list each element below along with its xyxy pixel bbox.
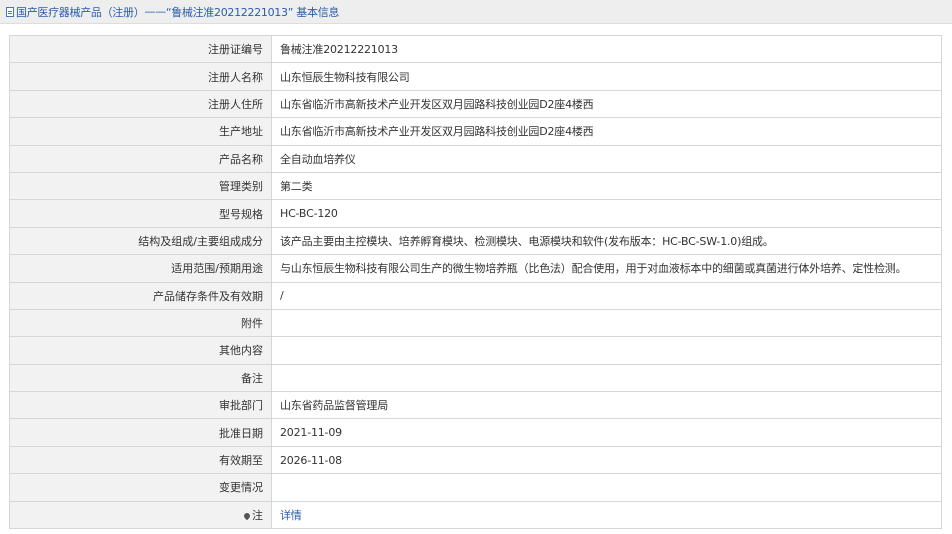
table-row: 批准日期 2021-11-09	[9, 418, 942, 447]
row-label: 附件	[9, 308, 272, 338]
row-label: 注册人名称	[9, 62, 272, 91]
table-row: 有效期至 2026-11-08	[9, 445, 942, 475]
row-label: 产品储存条件及有效期	[9, 281, 272, 310]
row-value: 山东恒辰生物科技有限公司	[271, 62, 942, 91]
row-value: HC-BC-120	[271, 199, 942, 228]
row-value: 山东省临沂市高新技术产业开发区双月园路科技创业园D2座4楼西	[271, 89, 942, 119]
note-label-cell: 注	[9, 500, 272, 530]
row-value: 第二类	[271, 171, 942, 201]
row-label: 生产地址	[9, 117, 272, 146]
details-link[interactable]: 详情	[280, 509, 302, 522]
row-label: 管理类别	[9, 171, 272, 201]
note-row: 注 详情	[9, 500, 942, 530]
row-value	[271, 363, 942, 393]
row-value: 山东省药品监督管理局	[271, 391, 942, 420]
row-label: 批准日期	[9, 418, 272, 447]
document-icon	[6, 6, 14, 17]
table-row: 生产地址 山东省临沂市高新技术产业开发区双月园路科技创业园D2座4楼西	[9, 117, 942, 146]
row-label: 有效期至	[9, 445, 272, 475]
table-row: 结构及组成/主要组成成分 该产品主要由主控模块、培养孵育模块、检测模块、电源模块…	[9, 226, 942, 256]
row-value: 该产品主要由主控模块、培养孵育模块、检测模块、电源模块和软件(发布版本：HC-B…	[271, 226, 942, 256]
table-row: 审批部门 山东省药品监督管理局	[9, 391, 942, 420]
row-value: 山东省临沂市高新技术产业开发区双月园路科技创业园D2座4楼西	[271, 117, 942, 146]
row-value	[271, 473, 942, 502]
row-value: 2026-11-08	[271, 445, 942, 475]
row-label: 注册证编号	[9, 34, 272, 64]
row-label: 注册人住所	[9, 89, 272, 119]
row-label: 型号规格	[9, 199, 272, 228]
row-label: 产品名称	[9, 144, 272, 173]
table-row: 产品名称 全自动血培养仪	[9, 144, 942, 173]
row-label: 变更情况	[9, 473, 272, 502]
breadcrumb: 国产医疗器械产品（注册） —— “鲁械注准20212221013” 基本信息	[0, 0, 952, 24]
row-value: 与山东恒辰生物科技有限公司生产的微生物培养瓶（比色法）配合使用，用于对血液标本中…	[271, 254, 942, 283]
table-row: 管理类别 第二类	[9, 171, 942, 201]
note-value-cell: 详情	[271, 500, 942, 530]
pin-icon	[242, 511, 252, 521]
row-value: 鲁械注准20212221013	[271, 34, 942, 64]
row-label: 结构及组成/主要组成成分	[9, 226, 272, 256]
note-label: 注	[252, 508, 263, 522]
row-value	[271, 336, 942, 365]
table-row: 变更情况	[9, 473, 942, 502]
table-row: 注册人名称 山东恒辰生物科技有限公司	[9, 62, 942, 91]
breadcrumb-category[interactable]: 国产医疗器械产品（注册）	[16, 4, 145, 20]
row-label: 适用范围/预期用途	[9, 254, 272, 283]
table-row: 适用范围/预期用途 与山东恒辰生物科技有限公司生产的微生物培养瓶（比色法）配合使…	[9, 254, 942, 283]
breadcrumb-current: “鲁械注准20212221013” 基本信息	[165, 5, 340, 19]
registration-info-table: 注册证编号 鲁械注准20212221013 注册人名称 山东恒辰生物科技有限公司…	[9, 34, 942, 530]
table-row: 注册证编号 鲁械注准20212221013	[9, 34, 942, 64]
table-row: 备注	[9, 363, 942, 393]
row-value: /	[271, 281, 942, 310]
row-label: 备注	[9, 363, 272, 393]
table-row: 附件	[9, 308, 942, 338]
row-label: 其他内容	[9, 336, 272, 365]
row-label: 审批部门	[9, 391, 272, 420]
table-row: 产品储存条件及有效期 /	[9, 281, 942, 310]
row-value: 全自动血培养仪	[271, 144, 942, 173]
table-row: 注册人住所 山东省临沂市高新技术产业开发区双月园路科技创业园D2座4楼西	[9, 89, 942, 119]
table-row: 型号规格 HC-BC-120	[9, 199, 942, 228]
row-value	[271, 308, 942, 338]
table-row: 其他内容	[9, 336, 942, 365]
row-value: 2021-11-09	[271, 418, 942, 447]
breadcrumb-separator: ——	[144, 5, 166, 18]
